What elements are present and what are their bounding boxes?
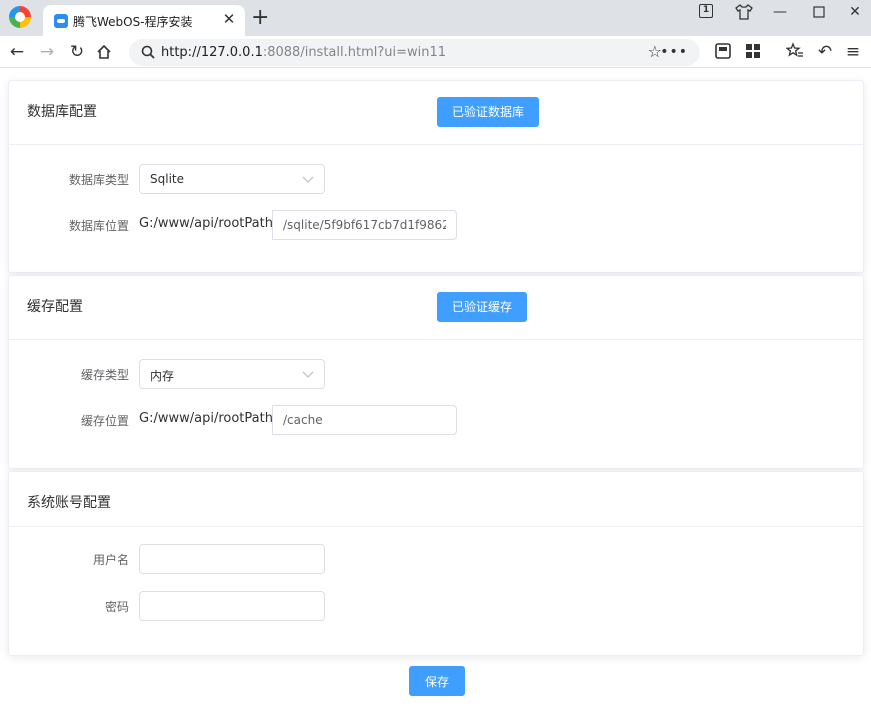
account-card-header: 系统账号配置: [9, 472, 863, 527]
database-location-prefix: G:/www/api/rootPath: [139, 216, 273, 231]
database-type-label: 数据库类型: [68, 173, 129, 187]
tab-count-icon[interactable]: 1: [699, 4, 713, 18]
database-location-row: 数据库位置 G:/www/api/rootPath: [9, 210, 863, 240]
cache-location-row: 缓存位置 G:/www/api/rootPath: [9, 405, 863, 435]
password-row: 密码: [9, 591, 863, 621]
shirt-icon[interactable]: [734, 3, 754, 21]
account-card-title: 系统账号配置: [27, 495, 111, 511]
new-tab-icon[interactable]: +: [251, 7, 269, 29]
favorites-icon[interactable]: [786, 42, 804, 60]
browser-toolbar: ← → ↻ http://127.0.0.1:8088/install.html…: [0, 36, 871, 68]
cache-card-header: 缓存配置 已验证缓存: [9, 276, 863, 340]
chevron-down-icon: [302, 176, 314, 183]
cache-type-row: 缓存类型 内存: [9, 359, 863, 389]
cache-location-input[interactable]: [272, 405, 457, 435]
cache-type-value: 内存: [150, 369, 175, 383]
back-arrow-icon[interactable]: ←: [5, 40, 29, 64]
database-location-input[interactable]: [272, 210, 457, 240]
home-icon[interactable]: [95, 44, 113, 60]
cache-config-card: 缓存配置 已验证缓存 缓存类型 内存 缓存位置 G:/www/api/rootP…: [8, 275, 864, 469]
reload-icon[interactable]: ↻: [65, 40, 89, 64]
cache-type-select[interactable]: 内存: [139, 359, 325, 389]
cache-card-title: 缓存配置: [27, 299, 83, 315]
username-label: 用户名: [92, 553, 129, 567]
cache-type-label: 缓存类型: [80, 368, 129, 382]
chevron-down-icon: [302, 371, 314, 378]
tab-bar: 腾飞WebOS-程序安装 ✕ + 1 — ✕: [0, 0, 871, 36]
menu-icon[interactable]: ≡: [841, 40, 865, 64]
minimize-icon[interactable]: —: [769, 2, 791, 22]
password-input[interactable]: [139, 591, 325, 621]
cache-location-label: 缓存位置: [80, 414, 129, 428]
tab-active[interactable]: 腾飞WebOS-程序安装 ✕: [43, 5, 245, 36]
database-type-row: 数据库类型 Sqlite: [9, 164, 863, 194]
install-page: 数据库配置 已验证数据库 数据库类型 Sqlite 数据库位置 G:/www/a…: [0, 69, 871, 718]
search-icon: [141, 45, 155, 59]
url-text[interactable]: http://127.0.0.1:8088/install.html?ui=wi…: [161, 45, 446, 60]
tab-title: 腾飞WebOS-程序安装: [73, 15, 193, 29]
username-input[interactable]: [139, 544, 325, 574]
save-button[interactable]: 保存: [409, 666, 465, 696]
window-close-icon[interactable]: ✕: [844, 2, 866, 22]
database-location-label: 数据库位置: [68, 219, 129, 233]
maximize-icon[interactable]: [812, 5, 826, 19]
username-row: 用户名: [9, 544, 863, 574]
undo-icon[interactable]: ↶: [813, 40, 837, 64]
browser-logo-icon[interactable]: [9, 6, 31, 28]
cache-location-prefix: G:/www/api/rootPath: [139, 411, 273, 426]
reader-mode-icon[interactable]: [714, 42, 732, 60]
cloud-icon: [54, 14, 68, 28]
database-card-title: 数据库配置: [27, 104, 97, 120]
more-icon[interactable]: •••: [660, 41, 688, 63]
forward-arrow-icon[interactable]: →: [35, 40, 59, 64]
database-type-select[interactable]: Sqlite: [139, 164, 325, 194]
account-config-card: 系统账号配置 用户名 密码: [8, 471, 864, 656]
close-icon[interactable]: ✕: [221, 10, 237, 28]
verify-database-button[interactable]: 已验证数据库: [437, 97, 540, 127]
verify-cache-button[interactable]: 已验证缓存: [437, 292, 528, 322]
database-type-value: Sqlite: [150, 172, 184, 186]
database-card-header: 数据库配置 已验证数据库: [9, 81, 863, 145]
apps-grid-icon[interactable]: [744, 42, 762, 60]
database-config-card: 数据库配置 已验证数据库 数据库类型 Sqlite 数据库位置 G:/www/a…: [8, 80, 864, 273]
password-label: 密码: [104, 600, 129, 614]
address-bar[interactable]: http://127.0.0.1:8088/install.html?ui=wi…: [129, 39, 700, 66]
